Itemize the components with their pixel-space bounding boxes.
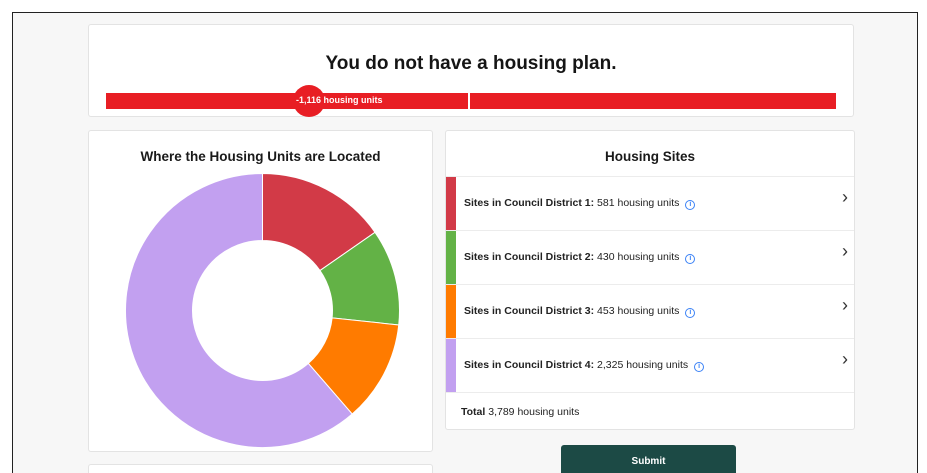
district-1-unit: housing units (617, 197, 680, 209)
district-2-color-swatch (446, 231, 456, 285)
district-3-label: Sites in Council District 3: (464, 305, 595, 317)
site-row-district-1[interactable]: Sites in Council District 1: 581 housing… (446, 176, 854, 231)
district-1-count: 581 (597, 197, 615, 209)
bar-target-marker (468, 93, 470, 109)
district-3-color-swatch (446, 285, 456, 339)
plan-status-title: You do not have a housing plan. (325, 53, 617, 74)
housing-gap-label: -1,116 housing units (296, 95, 383, 105)
district-4-color-swatch (446, 339, 456, 393)
district-2-unit: housing units (617, 251, 680, 263)
housing-gap-bar: -1,116 housing units (106, 85, 836, 117)
location-chart-title: Where the Housing Units are Located (140, 149, 381, 164)
info-icon[interactable]: i (685, 254, 696, 264)
district-3-count: 453 (597, 305, 615, 317)
chevron-right-icon[interactable]: › (842, 349, 848, 370)
submit-button[interactable]: Submit (561, 445, 736, 473)
total-label: Total (461, 406, 486, 418)
total-count: 3,789 (488, 406, 515, 418)
lower-card (88, 464, 433, 473)
housing-sites-card: Housing Sites Sites in Council District … (445, 130, 855, 430)
district-1-label: Sites in Council District 1: (464, 197, 595, 209)
housing-sites-title: Housing Sites (604, 149, 695, 164)
district-4-unit: housing units (626, 359, 689, 371)
housing-location-donut-chart (125, 173, 400, 448)
housing-location-card: Where the Housing Units are Located (88, 130, 433, 452)
chevron-right-icon[interactable]: › (842, 295, 848, 316)
district-1-color-swatch (446, 177, 456, 231)
district-4-label: Sites in Council District 4: (464, 359, 595, 371)
district-2-label: Sites in Council District 2: (464, 251, 595, 263)
district-2-count: 430 (597, 251, 615, 263)
site-row-district-3[interactable]: Sites in Council District 3: 453 housing… (446, 284, 854, 339)
district-3-unit: housing units (617, 305, 680, 317)
info-icon[interactable]: i (685, 200, 696, 210)
site-row-district-2[interactable]: Sites in Council District 2: 430 housing… (446, 230, 854, 285)
total-unit: housing units (517, 406, 580, 418)
district-4-count: 2,325 (597, 359, 624, 371)
app-frame: You do not have a housing plan. -1,116 h… (12, 12, 918, 473)
sites-total-row: Total 3,789 housing units (446, 392, 854, 430)
info-icon[interactable]: i (685, 308, 696, 318)
chevron-right-icon[interactable]: › (842, 187, 848, 208)
chevron-right-icon[interactable]: › (842, 241, 848, 262)
housing-plan-card: You do not have a housing plan. -1,116 h… (88, 24, 854, 117)
info-icon[interactable]: i (694, 362, 705, 372)
site-row-district-4[interactable]: Sites in Council District 4: 2,325 housi… (446, 338, 854, 393)
